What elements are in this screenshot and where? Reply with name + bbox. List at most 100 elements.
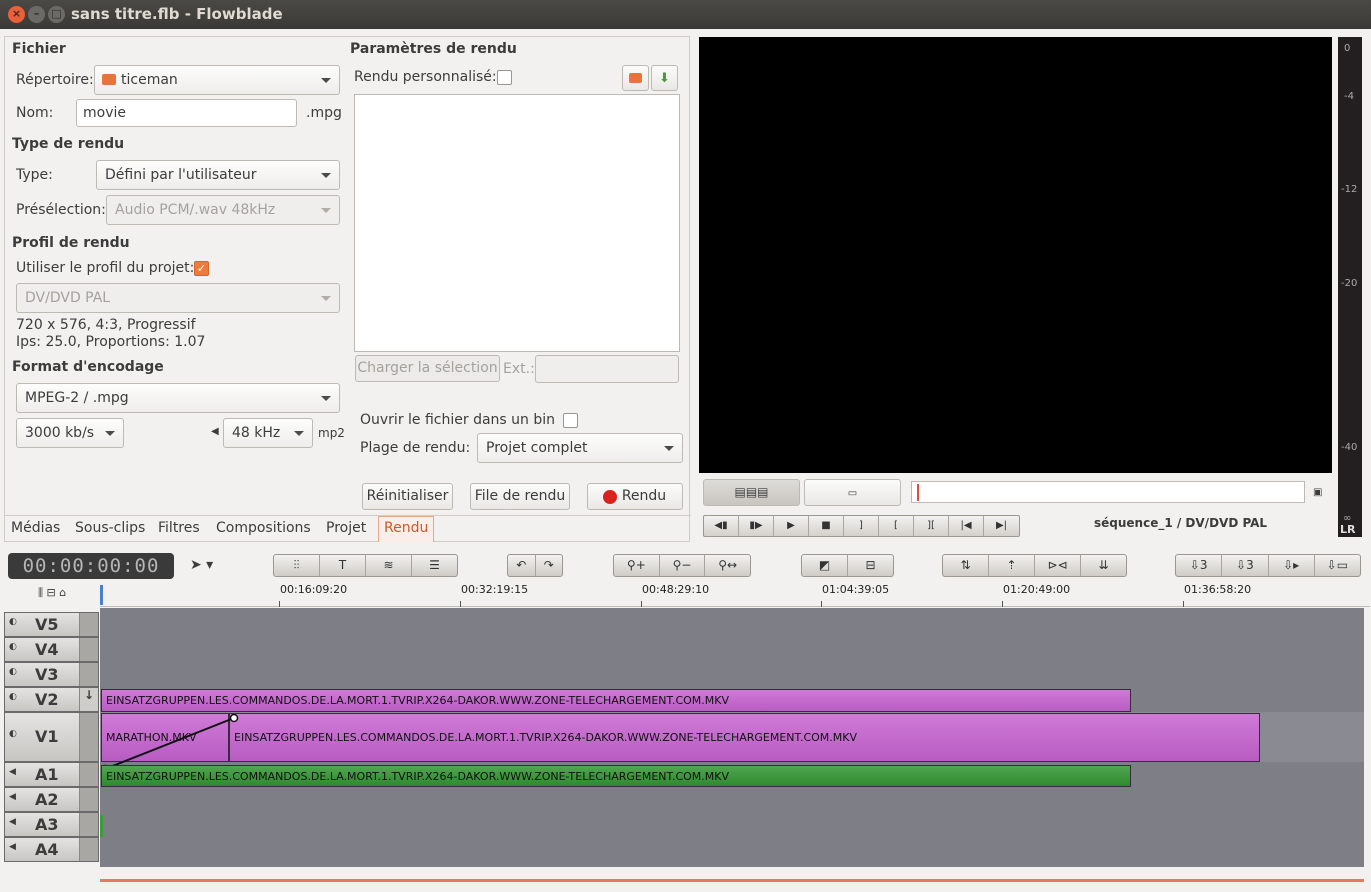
track-select[interactable]: ↓ — [79, 688, 98, 711]
speaker-icon[interactable]: ◀ — [9, 817, 16, 827]
mark-in-icon[interactable]: ] — [844, 516, 879, 536]
prev-frame-icon[interactable]: ◀▮ — [704, 516, 739, 536]
play-icon[interactable]: ▶ — [774, 516, 809, 536]
track-header-a2[interactable]: ◀ A2 — [4, 787, 99, 812]
open-folder-button[interactable] — [622, 65, 649, 91]
position-scrubber[interactable] — [911, 481, 1305, 503]
track-select[interactable] — [79, 713, 98, 761]
clip-v1-einsatz[interactable]: EINSATZGRUPPEN.LES.COMMANDOS.DE.LA.MORT.… — [229, 713, 1260, 762]
tab-media[interactable]: Médias — [11, 520, 60, 536]
extract-icon[interactable]: ⇡ — [989, 555, 1035, 576]
directory-combo[interactable]: ticeman — [94, 65, 340, 95]
track-header-a1[interactable]: ◀ A1 — [4, 762, 99, 787]
mixer-icon[interactable]: ⫶⫶ — [274, 555, 320, 576]
lock-icon[interactable]: ◐ — [9, 667, 17, 677]
encoding-combo[interactable]: MPEG-2 / .mpg — [16, 383, 340, 413]
minimize-icon[interactable]: – — [28, 6, 45, 23]
tab-project[interactable]: Projet — [326, 520, 366, 536]
close-icon[interactable]: × — [8, 6, 25, 23]
track-header-v1[interactable]: ◐ V1 — [4, 712, 99, 762]
track-select[interactable] — [79, 788, 98, 811]
maximize-icon[interactable]: □ — [48, 6, 65, 23]
clip-v2[interactable]: EINSATZGRUPPEN.LES.COMMANDOS.DE.LA.MORT.… — [101, 689, 1131, 712]
name-input[interactable]: movie — [76, 99, 297, 127]
speaker-icon[interactable]: ◀ — [9, 767, 16, 777]
title-tool-icon[interactable]: T — [320, 555, 366, 576]
track-select[interactable] — [79, 663, 98, 686]
zoom-in-icon[interactable]: ⚲+ — [614, 555, 660, 576]
next-frame-icon[interactable]: ▮▶ — [739, 516, 774, 536]
bitrate-combo[interactable]: 3000 kb/s — [16, 418, 124, 448]
sequence-info: séquence_1 / DV/DVD PAL — [1094, 516, 1268, 530]
track-select[interactable] — [79, 763, 98, 786]
track-header-v2[interactable]: ◐ V2 ↓ — [4, 687, 99, 712]
audio-rate-combo[interactable]: 48 kHz — [223, 418, 313, 448]
render-range-combo[interactable]: Projet complet — [477, 433, 683, 463]
tab-render[interactable]: Rendu — [378, 516, 435, 542]
render-button[interactable]: Rendu — [587, 483, 683, 510]
effects-icon[interactable]: ≋ — [366, 555, 412, 576]
custom-render-checkbox[interactable] — [497, 70, 512, 85]
load-selection-button: Charger la sélection — [355, 355, 500, 382]
zoom-out-icon[interactable]: ⚲− — [660, 555, 706, 576]
lock-icon[interactable]: ◐ — [9, 617, 17, 627]
reset-button[interactable]: Réinitialiser — [362, 483, 453, 510]
overwrite-icon[interactable]: ⇊ — [1081, 555, 1126, 576]
stop-icon[interactable]: ■ — [809, 516, 844, 536]
clip-a1[interactable]: EINSATZGRUPPEN.LES.COMMANDOS.DE.LA.MORT.… — [101, 765, 1131, 787]
tab-compositions[interactable]: Compositions — [216, 520, 311, 536]
pointer-tool-icon[interactable]: ➤ ▾ — [190, 557, 213, 573]
track-select[interactable] — [79, 813, 98, 836]
timeline-playhead[interactable] — [100, 585, 103, 605]
resync-icon[interactable]: ◩ — [802, 555, 848, 576]
use-project-profile-checkbox[interactable]: ✓ — [194, 261, 209, 276]
track-select[interactable] — [79, 638, 98, 661]
speaker-icon[interactable]: ◀ — [9, 842, 16, 852]
track-select[interactable] — [79, 838, 98, 861]
insert-clip-icon[interactable]: ⇩3 — [1222, 555, 1269, 576]
track-select[interactable] — [79, 613, 98, 636]
insert-icon[interactable]: ⊳⊲ — [1035, 555, 1081, 576]
to-mark-in-icon[interactable]: |◀ — [949, 516, 984, 536]
lock-icon[interactable]: ◐ — [9, 642, 17, 652]
timeline-view-button[interactable]: ▤▤▤ — [703, 479, 800, 506]
video-viewer[interactable] — [699, 37, 1332, 473]
track-header-v3[interactable]: ◐ V3 — [4, 662, 99, 687]
render-queue-button[interactable]: File de rendu — [470, 483, 570, 510]
render-range-value: Projet complet — [486, 440, 588, 456]
track-header-v5[interactable]: ◐ V5 — [4, 612, 99, 637]
overwrite-clip-icon[interactable]: ⇩▸ — [1269, 555, 1315, 576]
track-height-icon[interactable]: ⫼ ⊟ ⌂ — [38, 586, 66, 600]
profile-combo: DV/DVD PAL — [16, 283, 340, 313]
speaker-icon[interactable]: ◀ — [9, 792, 16, 802]
lock-icon[interactable]: ◐ — [9, 729, 17, 739]
clip-a3-stub[interactable] — [100, 815, 103, 837]
timeline-ruler[interactable]: 00:16:09:20 00:32:19:15 00:48:29:10 01:0… — [100, 583, 1370, 607]
lift-icon[interactable]: ⇅ — [943, 555, 989, 576]
properties-icon[interactable]: ☰ — [412, 555, 457, 576]
mark-out-icon[interactable]: [ — [879, 516, 914, 536]
tab-subclips[interactable]: Sous-clips — [75, 520, 145, 536]
razor-icon[interactable]: ⊟ — [848, 555, 893, 576]
timeline-scrollbar[interactable] — [100, 879, 1364, 882]
save-download-button[interactable]: ⬇ — [651, 65, 678, 91]
clip-view-button[interactable]: ▭ — [804, 479, 901, 506]
tab-filters[interactable]: Filtres — [158, 520, 200, 536]
render-args-textarea[interactable] — [354, 94, 680, 352]
to-mark-out-icon[interactable]: ▶| — [984, 516, 1019, 536]
open-in-bin-checkbox[interactable] — [563, 413, 578, 428]
track-header-a3[interactable]: ◀ A3 — [4, 812, 99, 837]
append-icon[interactable]: ⇩3 — [1176, 555, 1223, 576]
marks-icon[interactable]: ▣ — [1313, 487, 1322, 498]
redo-icon[interactable]: ↷ — [536, 555, 563, 576]
track-header-v4[interactable]: ◐ V4 — [4, 637, 99, 662]
filmstrip-icon: ▤▤▤ — [734, 485, 769, 499]
type-combo[interactable]: Défini par l'utilisateur — [96, 160, 340, 190]
track-header-a4[interactable]: ◀ A4 — [4, 837, 99, 862]
undo-icon[interactable]: ↶ — [508, 555, 536, 576]
zoom-fit-icon[interactable]: ⚲↔ — [705, 555, 750, 576]
lock-icon[interactable]: ◐ — [9, 692, 17, 702]
clear-marks-icon[interactable]: ][ — [914, 516, 949, 536]
zoom-group: ⚲+ ⚲− ⚲↔ — [613, 554, 751, 577]
splice-icon[interactable]: ⇩▭ — [1315, 555, 1360, 576]
